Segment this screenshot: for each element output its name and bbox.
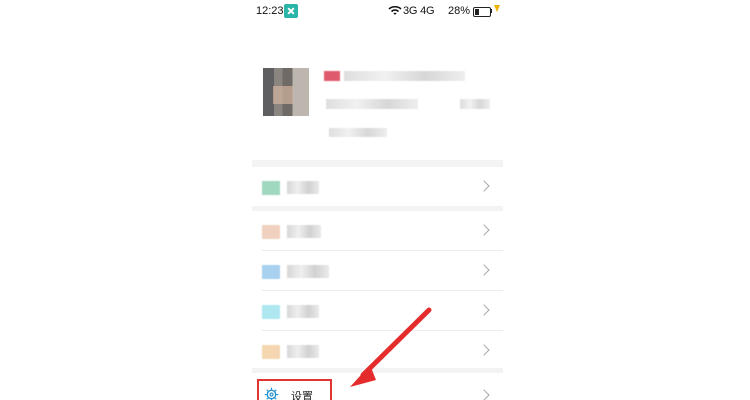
menu-icon-cyan xyxy=(262,305,280,319)
menu-item-settings[interactable]: 设置 xyxy=(252,373,503,400)
network-text: 3G 4G xyxy=(403,5,435,17)
menu-icon-blue xyxy=(262,265,280,279)
battery-fill xyxy=(475,9,479,15)
menu-label-blur xyxy=(287,225,321,238)
menu-item-first[interactable] xyxy=(252,167,503,206)
menu-label-blur xyxy=(287,345,319,358)
menu-item-1[interactable] xyxy=(252,211,503,250)
chevron-right-icon xyxy=(478,344,490,356)
chevron-right-icon xyxy=(478,264,490,276)
status-time: 12:23 xyxy=(256,5,284,17)
menu-icon-orange xyxy=(262,345,280,359)
menu-icon-peach xyxy=(262,225,280,239)
battery-icon xyxy=(473,7,491,17)
charging-bolt-icon xyxy=(494,5,500,12)
profile-subtitle-blur xyxy=(326,99,418,109)
menu-group-second xyxy=(252,211,503,368)
battery-percent: 28% xyxy=(448,5,471,17)
battery-cap xyxy=(491,9,492,13)
menu-item-4[interactable] xyxy=(252,331,503,370)
menu-label-blur xyxy=(287,305,319,318)
menu-item-2[interactable] xyxy=(252,251,503,290)
chevron-right-icon xyxy=(478,389,490,400)
gear-icon xyxy=(264,387,279,400)
profile-name-blur xyxy=(344,71,465,81)
wifi-icon xyxy=(388,5,402,15)
scan-app-icon xyxy=(284,4,298,18)
profile-color-badge xyxy=(324,71,340,81)
status-bar: 12:23 3G 4G 28% xyxy=(252,0,503,24)
profile-card[interactable] xyxy=(252,24,503,160)
menu-icon-green xyxy=(262,181,280,195)
screenshot-stage: 12:23 3G 4G 28% 设置 xyxy=(0,0,750,400)
chevron-right-icon xyxy=(478,304,490,316)
menu-item-3[interactable] xyxy=(252,291,503,330)
menu-label-blur xyxy=(287,181,319,194)
chevron-right-icon xyxy=(478,224,490,236)
menu-label-blur xyxy=(287,265,329,278)
profile-meta-blur xyxy=(329,128,387,137)
menu-group-first xyxy=(252,167,503,206)
settings-label: 设置 xyxy=(291,390,313,400)
chevron-right-icon xyxy=(478,180,490,192)
profile-stat-blur xyxy=(460,99,490,109)
phone-screen: 12:23 3G 4G 28% 设置 xyxy=(252,0,503,400)
profile-avatar[interactable] xyxy=(263,68,309,116)
